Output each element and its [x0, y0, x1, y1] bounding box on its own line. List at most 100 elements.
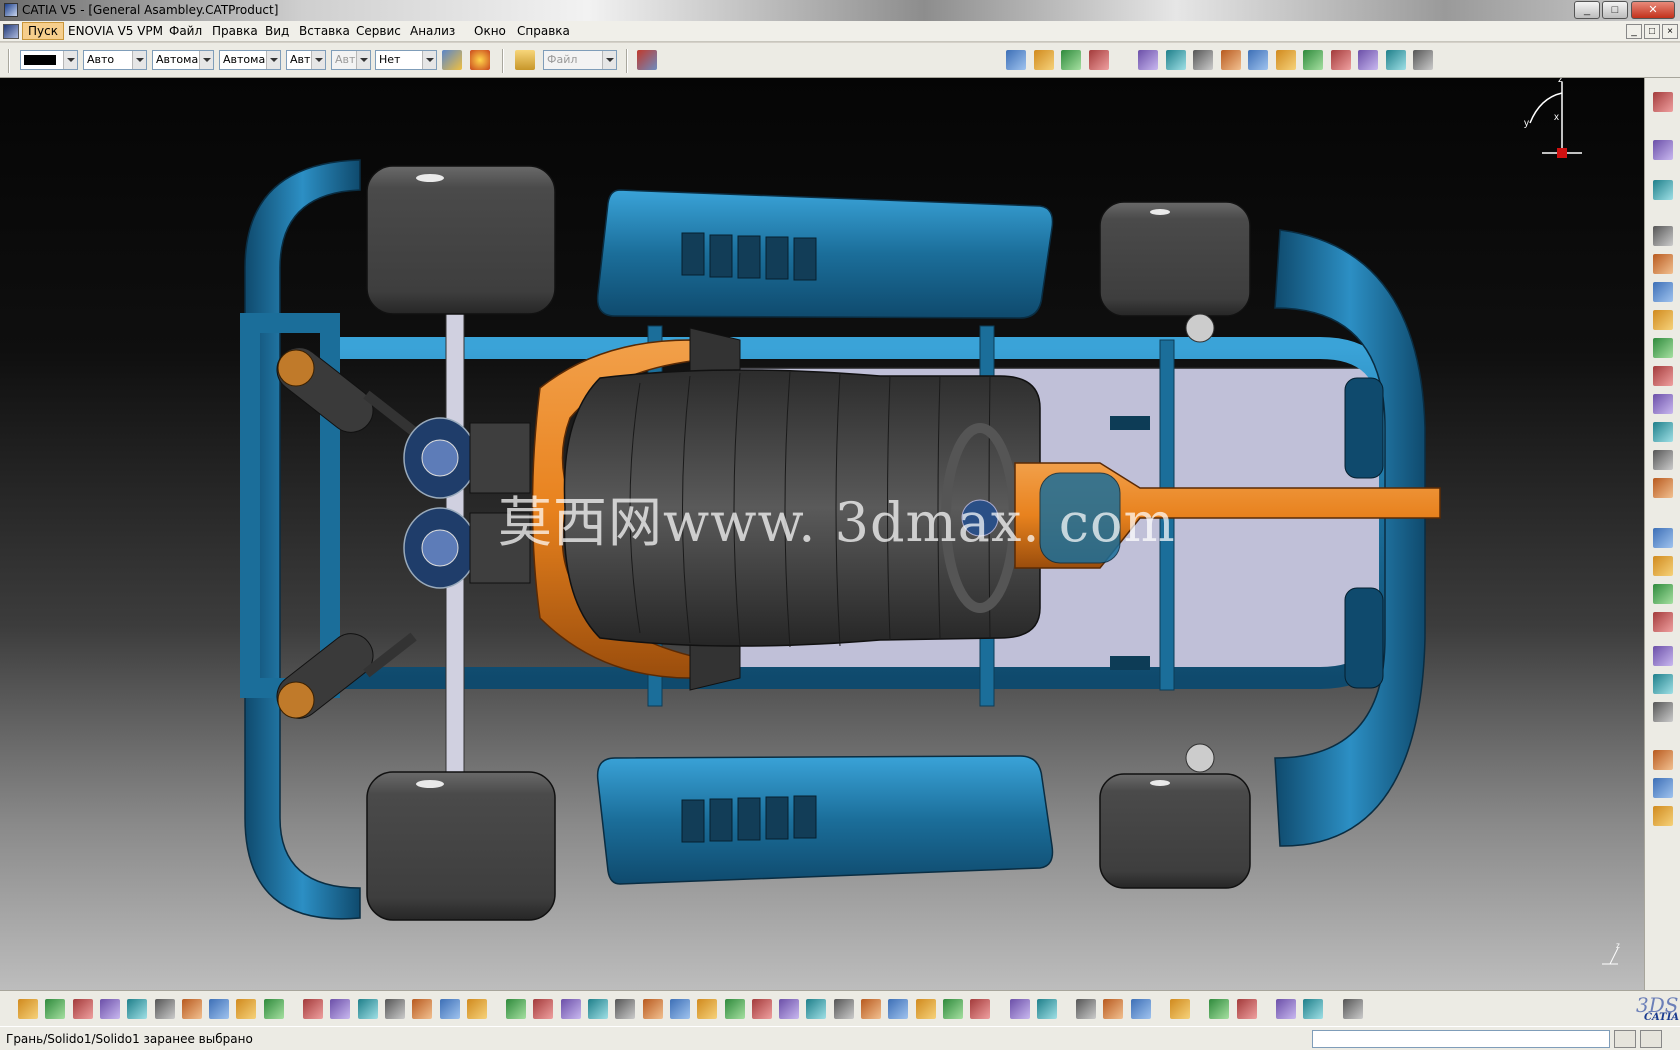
iso-view-icon[interactable]	[724, 999, 745, 1019]
photo-icon[interactable]	[1275, 999, 1296, 1019]
measure-item-icon[interactable]	[1653, 612, 1673, 632]
scene-icon[interactable]	[1653, 702, 1673, 722]
menu-insert[interactable]: Вставка	[299, 24, 350, 38]
fly-mode-icon[interactable]	[506, 999, 527, 1019]
publication-icon[interactable]	[1653, 778, 1673, 798]
whats-this-icon[interactable]	[263, 999, 284, 1019]
constraint-icon[interactable]	[1653, 254, 1673, 274]
existing-component-icon[interactable]	[1089, 50, 1109, 70]
command-clear-button[interactable]	[1640, 1030, 1662, 1048]
new-part-icon[interactable]	[1061, 50, 1081, 70]
layer-filter-combo[interactable]: Нет	[375, 50, 437, 70]
paste-icon[interactable]	[181, 999, 202, 1019]
menu-start[interactable]: Пуск	[22, 22, 64, 40]
color-combo[interactable]	[20, 50, 78, 70]
distance-icon[interactable]	[1358, 50, 1378, 70]
angle-icon[interactable]	[1653, 366, 1673, 386]
open-icon[interactable]	[45, 999, 66, 1019]
brush-icon[interactable]	[470, 50, 490, 70]
chevron-down-icon[interactable]	[63, 51, 77, 69]
sectioning-icon[interactable]	[1331, 50, 1351, 70]
save-management-icon[interactable]	[1653, 806, 1673, 826]
gear-arrow-icon[interactable]	[888, 999, 909, 1019]
open-folder-icon[interactable]	[515, 50, 535, 70]
tree-icon[interactable]	[412, 999, 433, 1019]
change-constraint-icon[interactable]	[1653, 528, 1673, 548]
copy-icon[interactable]	[154, 999, 175, 1019]
robot-icon[interactable]	[970, 999, 991, 1019]
3d-viewport[interactable]: 莫西网www. 3dmax. com z x y z	[0, 78, 1644, 990]
menu-enovia[interactable]: ENOVIA V5 VPM	[68, 24, 163, 38]
open-box-icon[interactable]	[942, 999, 963, 1019]
doc-close-button[interactable]: ×	[1662, 24, 1678, 39]
zoom-in-icon[interactable]	[615, 999, 636, 1019]
close-button[interactable]: ✕	[1631, 1, 1675, 19]
clash-icon[interactable]	[1303, 50, 1323, 70]
hide-show-icon[interactable]	[806, 999, 827, 1019]
zoom-out-icon[interactable]	[642, 999, 663, 1019]
multi-view-icon[interactable]	[697, 999, 718, 1019]
menu-view[interactable]: Вид	[265, 24, 289, 38]
fix-icon[interactable]	[1653, 394, 1673, 414]
offset-icon[interactable]	[1653, 338, 1673, 358]
bill-of-material-icon[interactable]	[1653, 584, 1673, 604]
print-screen-icon[interactable]	[1036, 999, 1057, 1019]
structure-icon[interactable]	[466, 999, 487, 1019]
knowledge-icon[interactable]	[330, 999, 351, 1019]
camera-icon[interactable]	[1009, 999, 1030, 1019]
refresh-icon[interactable]	[1170, 999, 1190, 1019]
menu-edit[interactable]: Правка	[212, 24, 258, 38]
catalog-browser-icon[interactable]	[1653, 750, 1673, 770]
redo-icon[interactable]	[236, 999, 257, 1019]
layer-combo[interactable]: Автома	[219, 50, 281, 70]
inertia-bottom-icon[interactable]	[1130, 999, 1151, 1019]
menu-tools[interactable]: Сервис	[356, 24, 401, 38]
render-icon[interactable]	[779, 999, 800, 1019]
web-icon[interactable]	[1236, 999, 1257, 1019]
maximize-button[interactable]: □	[1602, 1, 1628, 19]
print-icon[interactable]	[99, 999, 120, 1019]
new-product-icon[interactable]	[1034, 50, 1054, 70]
formula-icon[interactable]	[303, 999, 323, 1019]
command-history-button[interactable]	[1614, 1030, 1636, 1048]
flexible-icon[interactable]	[1386, 50, 1406, 70]
menu-window[interactable]: Окно	[474, 24, 506, 38]
line-weight-combo[interactable]: Автома	[152, 50, 214, 70]
new-component-icon[interactable]	[1006, 50, 1026, 70]
axis-compass[interactable]: z x y	[1520, 78, 1640, 168]
compass-icon[interactable]	[1653, 92, 1673, 112]
reuse-pattern-icon[interactable]	[1653, 556, 1673, 576]
snap-icon[interactable]	[1248, 50, 1268, 70]
measure-item-bottom-icon[interactable]	[1103, 999, 1124, 1019]
pan-icon[interactable]	[560, 999, 581, 1019]
graph-tree-icon[interactable]	[1166, 50, 1186, 70]
menu-file[interactable]: Файл	[169, 24, 202, 38]
chevron-down-icon[interactable]	[132, 51, 146, 69]
transparency-combo[interactable]: Авт	[286, 50, 326, 70]
document-icon[interactable]	[3, 24, 19, 39]
cut-icon[interactable]	[127, 999, 148, 1019]
table-icon[interactable]	[384, 999, 405, 1019]
chevron-down-icon[interactable]	[422, 51, 436, 69]
reorder-icon[interactable]	[1413, 50, 1433, 70]
explode-icon[interactable]	[1276, 50, 1296, 70]
swap-space-icon[interactable]	[833, 999, 854, 1019]
move-icon[interactable]	[1653, 180, 1673, 200]
measure-between-icon[interactable]	[1076, 999, 1097, 1019]
gear-icon[interactable]	[861, 999, 881, 1019]
replace-component-icon[interactable]	[1138, 50, 1158, 70]
pin-icon[interactable]	[357, 999, 378, 1019]
measure-inertia-icon[interactable]	[1653, 646, 1673, 666]
line-type-combo[interactable]: Авто	[83, 50, 147, 70]
fix-together-icon[interactable]	[1653, 422, 1673, 442]
grid-icon[interactable]	[1342, 999, 1363, 1019]
chevron-down-icon[interactable]	[266, 51, 280, 69]
update-icon[interactable]	[1653, 226, 1673, 246]
select-icon[interactable]	[1653, 140, 1673, 160]
new-icon[interactable]	[18, 999, 38, 1019]
chevron-down-icon[interactable]	[311, 51, 325, 69]
annotation-icon[interactable]	[1653, 674, 1673, 694]
doc-restore-button[interactable]: □	[1644, 24, 1660, 39]
lock-icon[interactable]	[439, 999, 460, 1019]
catia-app-icon[interactable]	[4, 3, 18, 17]
